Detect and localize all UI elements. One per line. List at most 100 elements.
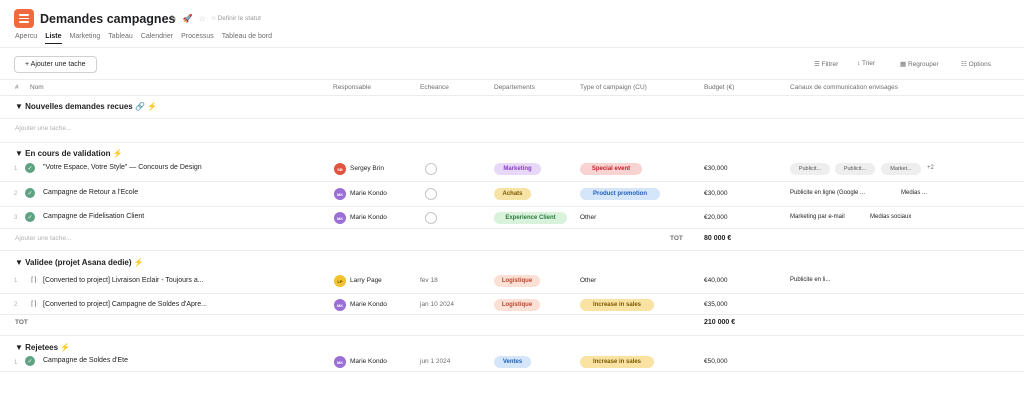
add-task-row[interactable]: Ajouter une tache... — [15, 125, 71, 132]
owner-name[interactable]: Marie Kondo — [350, 301, 387, 308]
row-number: 1 — [14, 166, 18, 172]
options-button[interactable]: ☷ Options — [961, 60, 991, 68]
type-value[interactable]: Other — [580, 277, 596, 284]
sort-button[interactable]: ↕ Trier — [857, 60, 875, 67]
channel-text[interactable]: Medias sociaux — [870, 214, 911, 220]
edit-icon[interactable]: ✎ — [170, 14, 177, 23]
channel-text[interactable]: Marketing par e-mail — [790, 214, 845, 220]
star-icon[interactable]: ☆ — [199, 14, 206, 23]
channel-text[interactable]: Publicite en li... — [790, 277, 830, 283]
due-date[interactable]: fev 18 — [420, 277, 438, 284]
section-header-validee[interactable]: ▼ Validee (projet Asana dedie) ⚡ — [15, 258, 144, 267]
budget-value[interactable]: €40,000 — [704, 277, 728, 284]
total-label: TOT — [15, 319, 28, 326]
dept-pill[interactable]: Logistique — [494, 275, 540, 287]
owner-name[interactable]: Marie Kondo — [350, 358, 387, 365]
project-header: Demandes campagnes ✎ 🚀 ☆ ○ Definir le st… — [14, 9, 1014, 45]
task-name[interactable]: [Converted to project] Livraison Eclair … — [43, 277, 204, 284]
task-name[interactable]: Campagne de Retour a l'Ecole — [43, 189, 138, 196]
tab-liste[interactable]: Liste — [45, 33, 62, 44]
avatar[interactable]: MK — [334, 188, 346, 200]
col-header-dept[interactable]: Departements — [494, 84, 535, 91]
avatar[interactable]: SB — [334, 163, 346, 175]
avatar[interactable]: MK — [334, 356, 346, 368]
list-icon[interactable] — [14, 9, 34, 28]
check-icon[interactable]: ✓ — [25, 188, 35, 198]
budget-value[interactable]: €20,000 — [704, 214, 728, 221]
check-icon[interactable]: ✓ — [25, 356, 35, 366]
section-divider — [0, 142, 1024, 143]
add-task-row[interactable]: Ajouter une tache... — [15, 235, 71, 242]
section-header-rejetees[interactable]: ▼ Rejetees ⚡ — [15, 343, 70, 352]
tab-processus[interactable]: Processus — [181, 33, 214, 44]
add-task-button[interactable]: + Ajouter une tache — [14, 56, 97, 73]
dept-pill[interactable]: Logistique — [494, 299, 540, 311]
col-header-hash: # — [15, 84, 19, 91]
owner-name[interactable]: Marie Kondo — [350, 214, 387, 221]
tab-apercu[interactable]: Apercu — [15, 33, 37, 44]
budget-value[interactable]: €35,000 — [704, 301, 728, 308]
avatar[interactable]: MK — [334, 212, 346, 224]
more-channels-badge[interactable]: +2 — [927, 165, 934, 171]
row-divider — [0, 314, 1024, 315]
channel-chip[interactable]: Market... — [881, 163, 921, 175]
subproject-icon: ⌈⌉ — [31, 301, 37, 308]
group-button[interactable]: ▦ Regrouper — [900, 60, 939, 68]
filter-button[interactable]: ☰ Filtrer — [814, 60, 838, 68]
task-name[interactable]: "Votre Espace, Votre Style" — Concours d… — [43, 164, 202, 171]
tab-marketing[interactable]: Marketing — [70, 33, 101, 44]
due-date-picker[interactable] — [425, 212, 437, 224]
col-header-channels[interactable]: Canaux de communication envisages — [790, 84, 898, 91]
owner-name[interactable]: Marie Kondo — [350, 190, 387, 197]
total-label: TOT — [670, 235, 683, 242]
due-date-picker[interactable] — [425, 163, 437, 175]
page-title[interactable]: Demandes campagnes — [40, 12, 175, 26]
task-name[interactable]: Campagne de Soldes d'Ete — [43, 357, 128, 364]
budget-value[interactable]: €30,000 — [704, 165, 728, 172]
due-date-picker[interactable] — [425, 188, 437, 200]
section-header-nouvelles[interactable]: ▼ Nouvelles demandes recues 🔗 ⚡ — [15, 102, 157, 111]
due-date[interactable]: jan 10 2024 — [420, 301, 454, 308]
task-name[interactable]: Campagne de Fidelisation Client — [43, 213, 144, 220]
type-value[interactable]: Other — [580, 214, 596, 221]
col-header-owner[interactable]: Responsable — [333, 84, 371, 91]
owner-name[interactable]: Sergey Brin — [350, 165, 384, 172]
type-pill[interactable]: Special event — [580, 163, 642, 175]
owner-name[interactable]: Larry Page — [350, 277, 382, 284]
col-header-type[interactable]: Type of campaign (CU) — [580, 84, 647, 91]
budget-value[interactable]: €30,000 — [704, 190, 728, 197]
avatar[interactable]: MK — [334, 299, 346, 311]
channel-text[interactable]: Medias ... — [901, 190, 927, 196]
set-status-button[interactable]: ○ Definir le statut — [212, 15, 261, 22]
avatar[interactable]: LP — [334, 275, 346, 287]
header-divider — [0, 47, 1024, 48]
view-tabs: Apercu Liste Marketing Tableau Calendrie… — [15, 33, 272, 44]
col-header-budget[interactable]: Budget (€) — [704, 84, 734, 91]
budget-value[interactable]: €50,000 — [704, 358, 728, 365]
check-icon[interactable]: ✓ — [25, 163, 35, 173]
dept-pill[interactable]: Achats — [494, 188, 531, 200]
task-name[interactable]: [Converted to project] Campagne de Solde… — [43, 301, 207, 308]
section-divider — [0, 250, 1024, 251]
row-divider — [0, 206, 1024, 207]
dept-pill[interactable]: Ventes — [494, 356, 531, 368]
tab-tableau-de-bord[interactable]: Tableau de bord — [222, 33, 272, 44]
tab-tableau[interactable]: Tableau — [108, 33, 133, 44]
channel-chip[interactable]: Publicit... — [835, 163, 875, 175]
dept-pill[interactable]: Experience Client — [494, 212, 567, 224]
type-pill[interactable]: Increase in sales — [580, 356, 654, 368]
col-header-due[interactable]: Echeance — [420, 84, 449, 91]
section-header-en-cours[interactable]: ▼ En cours de validation ⚡ — [15, 149, 123, 158]
columns-top-divider — [0, 79, 1024, 80]
dept-pill[interactable]: Marketing — [494, 163, 541, 175]
due-date[interactable]: jun 1 2024 — [420, 358, 450, 365]
rocket-icon[interactable]: 🚀 — [183, 14, 193, 23]
tab-calendrier[interactable]: Calendrier — [141, 33, 173, 44]
total-value: 210 000 € — [704, 319, 736, 326]
type-pill[interactable]: Product promotion — [580, 188, 660, 200]
channel-text[interactable]: Publicite en ligne (Google ... — [790, 190, 865, 196]
check-icon[interactable]: ✓ — [25, 212, 35, 222]
channel-chip[interactable]: Publicit... — [790, 163, 830, 175]
type-pill[interactable]: Increase in sales — [580, 299, 654, 311]
col-header-name[interactable]: Nom — [30, 84, 44, 91]
